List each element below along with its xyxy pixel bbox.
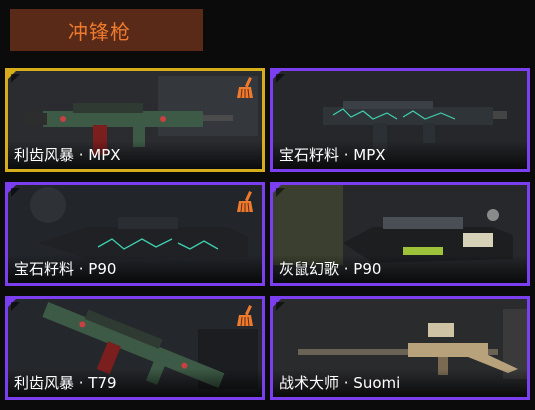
weapon-card-p90-grey-rat[interactable]: 灰鼠幻歌 · P90: [270, 182, 530, 286]
weapon-name-bar: 宝石籽料 · MPX: [273, 141, 527, 169]
weapon-name-bar: 灰鼠幻歌 · P90: [273, 255, 527, 283]
weapon-name-bar: 战术大师 · Suomi: [273, 369, 527, 397]
weapon-card-suomi-tactical-master[interactable]: 战术大师 · Suomi: [270, 296, 530, 400]
weapon-name: 宝石籽料 · MPX: [279, 146, 386, 164]
rarity-corner-inner: [11, 74, 20, 83]
weapon-name-bar: 利齿风暴 · T79: [8, 369, 262, 397]
rarity-corner-inner: [11, 302, 20, 311]
broom-icon[interactable]: [236, 77, 256, 99]
weapon-card-t79-teeth-storm[interactable]: 利齿风暴 · T79: [5, 296, 265, 400]
rarity-corner-inner: [11, 188, 20, 197]
rarity-corner-inner: [276, 302, 285, 311]
weapon-card-mpx-teeth-storm[interactable]: 利齿风暴 · MPX: [5, 68, 265, 172]
weapon-name-bar: 宝石籽料 · P90: [8, 255, 262, 283]
weapon-name: 利齿风暴 · MPX: [14, 146, 121, 164]
category-title: 冲锋枪: [68, 19, 131, 44]
weapon-card-p90-gem[interactable]: 宝石籽料 · P90: [5, 182, 265, 286]
broom-icon[interactable]: [236, 191, 256, 213]
rarity-corner-inner: [276, 188, 285, 197]
weapon-name-bar: 利齿风暴 · MPX: [8, 141, 262, 169]
broom-icon[interactable]: [236, 305, 256, 327]
weapon-name: 利齿风暴 · T79: [14, 374, 117, 392]
category-header: 冲锋枪: [10, 9, 203, 51]
weapon-card-mpx-gem[interactable]: 宝石籽料 · MPX: [270, 68, 530, 172]
weapon-name: 宝石籽料 · P90: [14, 260, 117, 278]
weapon-name: 战术大师 · Suomi: [279, 374, 401, 392]
rarity-corner-inner: [276, 74, 285, 83]
weapon-name: 灰鼠幻歌 · P90: [279, 260, 382, 278]
